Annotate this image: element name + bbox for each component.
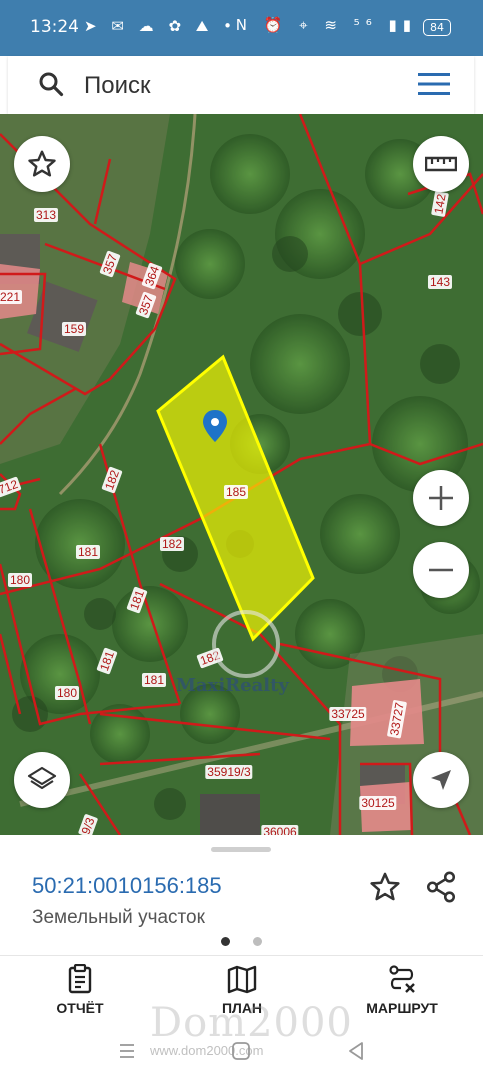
cadastral-map[interactable]: 313 357 364 357 221 159 142 143 712 182 181 182 180 1… [0, 114, 483, 835]
notification-icons: ➤ ✉ ☁ ✿ ⛰ • [84, 17, 237, 35]
ruler-icon [425, 156, 457, 172]
parcel-label: 159 [61, 322, 87, 336]
parcel-info-sheet[interactable]: 50:21:0010156:185 Земельный участок [0, 835, 483, 955]
minus-icon [429, 568, 453, 572]
ruler-button[interactable] [413, 136, 469, 192]
parcel-label: 35919/3 [205, 765, 253, 779]
search-bar [8, 56, 474, 114]
parcel-label: 221 [0, 290, 23, 304]
status-time: 13:24 [30, 17, 79, 37]
realty-watermark-logo [212, 610, 280, 678]
nav-report[interactable]: ОТЧЁТ [20, 964, 140, 1016]
dom2000-watermark: Dom2000 [150, 1000, 353, 1046]
search-input[interactable] [82, 68, 386, 104]
route-icon [389, 965, 415, 993]
plus-icon [429, 486, 453, 510]
parcel-label: 143 [427, 275, 453, 289]
system-navigation-bar: Dom2000 www.dom2000.com [0, 1000, 483, 1080]
recent-apps-icon[interactable] [118, 1042, 136, 1060]
parcel-label: 181 [141, 673, 167, 687]
home-icon[interactable] [231, 1041, 251, 1061]
favorite-star-icon[interactable] [368, 870, 402, 904]
back-icon[interactable] [347, 1041, 365, 1061]
satellite-map [0, 114, 483, 835]
layers-button[interactable] [14, 752, 70, 808]
search-icon[interactable] [38, 71, 64, 97]
parcel-label: 180 [7, 573, 33, 587]
zoom-out-button[interactable] [413, 542, 469, 598]
parcel-label: 36006 [261, 825, 299, 835]
realty-watermark: MaxiRealty [176, 675, 289, 696]
parcel-label: 185 [223, 485, 249, 499]
parcel-label: 313 [33, 208, 59, 222]
favorites-button[interactable] [14, 136, 70, 192]
status-bar: 13:24 ➤ ✉ ☁ ✿ ⛰ • N ⏰ ⌖ ≋ ⁵⁶ ▮▮ 84 [0, 0, 483, 56]
battery-icon: 84 [423, 19, 451, 36]
hamburger-menu-icon[interactable] [418, 72, 450, 96]
nav-route[interactable]: МАРШРУТ [342, 964, 462, 1016]
object-type: Земельный участок [32, 907, 205, 928]
navigation-arrow-icon [431, 770, 451, 790]
parcel-label: 30125 [359, 796, 397, 810]
clipboard-icon [68, 964, 92, 994]
system-status-icons: N ⏰ ⌖ ≋ ⁵⁶ ▮▮ [235, 16, 417, 34]
nav-report-label: ОТЧЁТ [56, 1000, 104, 1016]
map-icon [227, 965, 257, 994]
nav-route-label: МАРШРУТ [366, 1000, 438, 1016]
parcel-label: 182 [159, 537, 185, 551]
cadastral-number: 50:21:0010156:185 [32, 873, 222, 898]
parcel-label: 33725 [329, 707, 367, 721]
sheet-drag-handle[interactable] [211, 847, 271, 852]
layers-icon [27, 766, 57, 790]
my-location-button[interactable] [413, 752, 469, 808]
parcel-label: 180 [54, 686, 80, 700]
parcel-label: 181 [75, 545, 101, 559]
zoom-in-button[interactable] [413, 470, 469, 526]
share-icon[interactable] [424, 870, 458, 904]
page-dot[interactable] [253, 937, 262, 946]
page-dot-active[interactable] [221, 937, 230, 946]
star-icon [28, 150, 56, 177]
